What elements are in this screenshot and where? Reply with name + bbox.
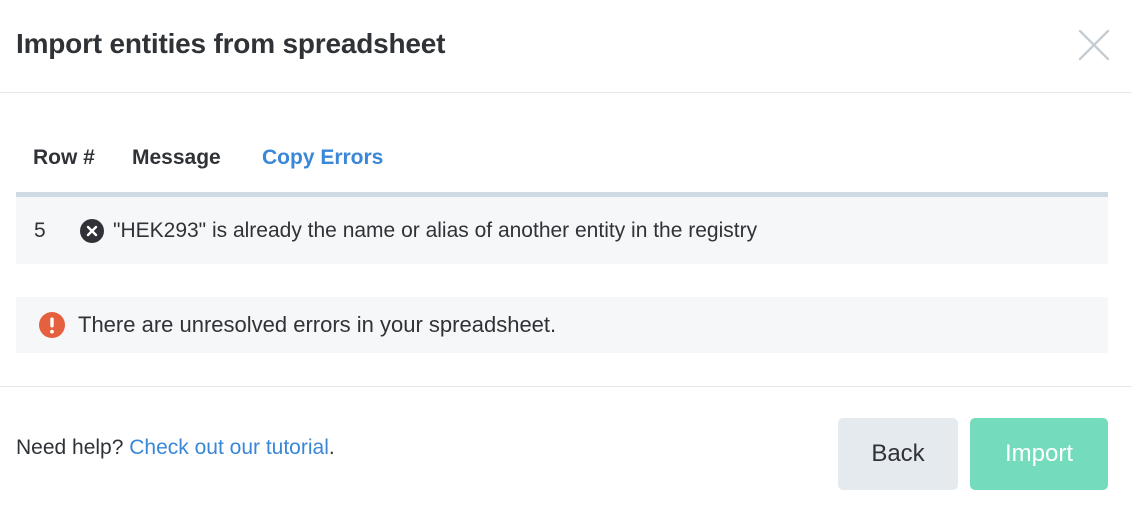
error-circle-x-icon	[80, 219, 104, 243]
help-suffix: .	[328, 436, 335, 459]
footer-divider	[0, 386, 1132, 387]
dialog-header: Import entities from spreadsheet	[0, 0, 1132, 93]
column-header-row-number: Row #	[33, 146, 95, 169]
errors-table-header: Row # Message Copy Errors	[16, 132, 1108, 192]
dialog-title: Import entities from spreadsheet	[16, 28, 446, 59]
import-dialog: Import entities from spreadsheet Row # M…	[0, 0, 1132, 508]
help-prefix: Need help?	[16, 436, 130, 459]
row-number: 5	[34, 219, 46, 242]
close-button[interactable]	[1074, 25, 1114, 65]
tutorial-link[interactable]: Check out our tutorial	[129, 436, 329, 459]
close-icon	[1078, 29, 1110, 61]
error-message: "HEK293" is already the name or alias of…	[113, 219, 758, 242]
import-button[interactable]: Import	[970, 418, 1108, 490]
copy-errors-link[interactable]: Copy Errors	[262, 144, 383, 172]
unresolved-errors-alert: There are unresolved errors in your spre…	[16, 297, 1108, 353]
column-header-message: Message	[132, 146, 221, 169]
table-row: 5 "HEK293" is already the name or alias …	[16, 197, 1108, 264]
exclamation-circle-icon	[39, 312, 65, 338]
help-text: Need help? Check out our tutorial.	[16, 434, 335, 462]
back-button[interactable]: Back	[838, 418, 958, 490]
alert-message: There are unresolved errors in your spre…	[78, 312, 557, 337]
